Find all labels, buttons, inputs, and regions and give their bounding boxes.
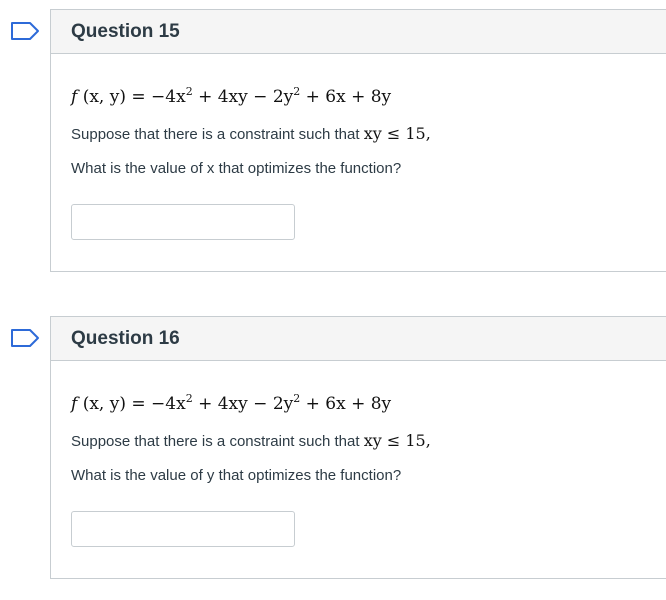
question-header: Question 15 <box>51 10 666 54</box>
question-body: f (x, y) = −4x2 + 4xy − 2y2 + 6x + 8y Su… <box>51 361 666 578</box>
question-prompt: What is the value of y that optimizes th… <box>71 467 402 484</box>
constraint-text: Suppose that there is a constraint such … <box>71 431 431 450</box>
constraint-math: xy ≤ 15 <box>363 431 426 450</box>
constraint-text: Suppose that there is a constraint such … <box>71 124 431 143</box>
question-card: Question 15 f (x, y) = −4x2 + 4xy − 2y2 … <box>50 9 666 272</box>
flag-question-icon[interactable] <box>10 328 40 348</box>
flag-question-icon[interactable] <box>10 21 40 41</box>
answer-input[interactable] <box>71 511 295 547</box>
constraint-math: xy ≤ 15 <box>363 124 426 143</box>
quiz-page: Question 15 f (x, y) = −4x2 + 4xy − 2y2 … <box>0 0 666 600</box>
question-card: Question 16 f (x, y) = −4x2 + 4xy − 2y2 … <box>50 316 666 579</box>
function-formula: f (x, y) = −4x2 + 4xy − 2y2 + 6x + 8y <box>71 85 392 107</box>
question-title: Question 15 <box>71 20 180 42</box>
question-header: Question 16 <box>51 317 666 361</box>
function-formula: f (x, y) = −4x2 + 4xy − 2y2 + 6x + 8y <box>71 392 392 414</box>
question-body: f (x, y) = −4x2 + 4xy − 2y2 + 6x + 8y Su… <box>51 54 666 271</box>
answer-input[interactable] <box>71 204 295 240</box>
question-prompt: What is the value of x that optimizes th… <box>71 160 402 177</box>
question-title: Question 16 <box>71 327 180 349</box>
